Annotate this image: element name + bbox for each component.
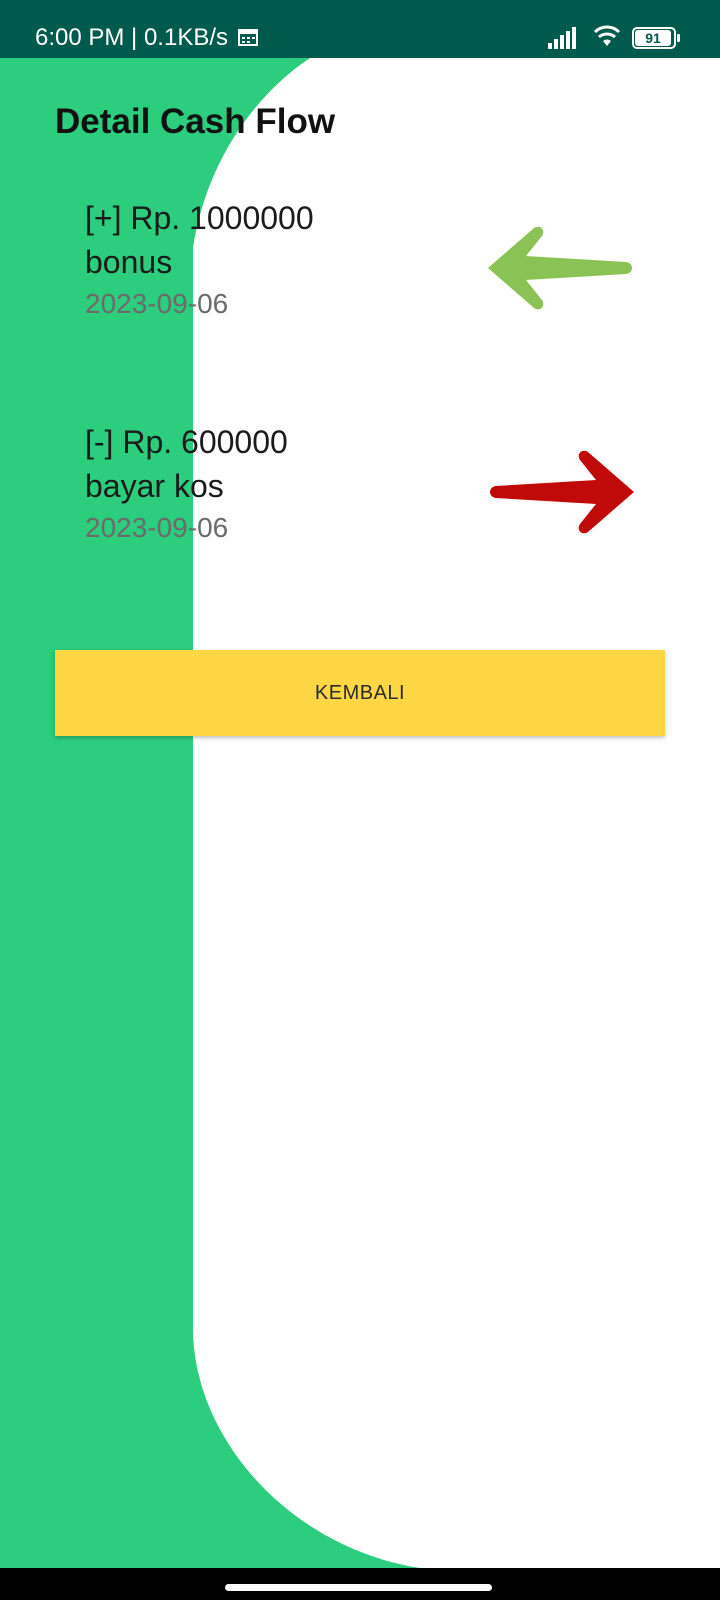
page-title: Detail Cash Flow	[55, 102, 336, 141]
entry-date: 2023-09-06	[85, 512, 229, 543]
status-bar: 6:00 PM | 0.1KB/s 91	[0, 0, 720, 58]
battery-level: 91	[645, 30, 661, 46]
signal-icon	[548, 27, 578, 54]
back-button[interactable]: KEMBALI	[55, 650, 665, 736]
cashflow-entry-expense: [-] Rp. 600000 bayar kos 2023-09-06	[85, 420, 288, 548]
battery-icon: 91	[632, 27, 680, 49]
wifi-icon	[592, 24, 622, 53]
status-time-speed: 6:00 PM | 0.1KB/s	[35, 24, 228, 51]
main-content: Detail Cash Flow [+] Rp. 1000000 bonus 2…	[0, 0, 720, 1600]
home-indicator[interactable]	[225, 1584, 492, 1591]
arrow-right-icon	[486, 450, 636, 539]
calendar-icon	[238, 28, 258, 51]
entry-description: bayar kos	[85, 468, 224, 504]
entry-date: 2023-09-06	[85, 288, 229, 319]
entry-description: bonus	[85, 244, 173, 280]
arrow-left-icon	[486, 226, 636, 315]
cashflow-entry-income: [+] Rp. 1000000 bonus 2023-09-06	[85, 196, 314, 324]
entry-amount: [+] Rp. 1000000	[85, 200, 314, 236]
entry-amount: [-] Rp. 600000	[85, 424, 288, 460]
